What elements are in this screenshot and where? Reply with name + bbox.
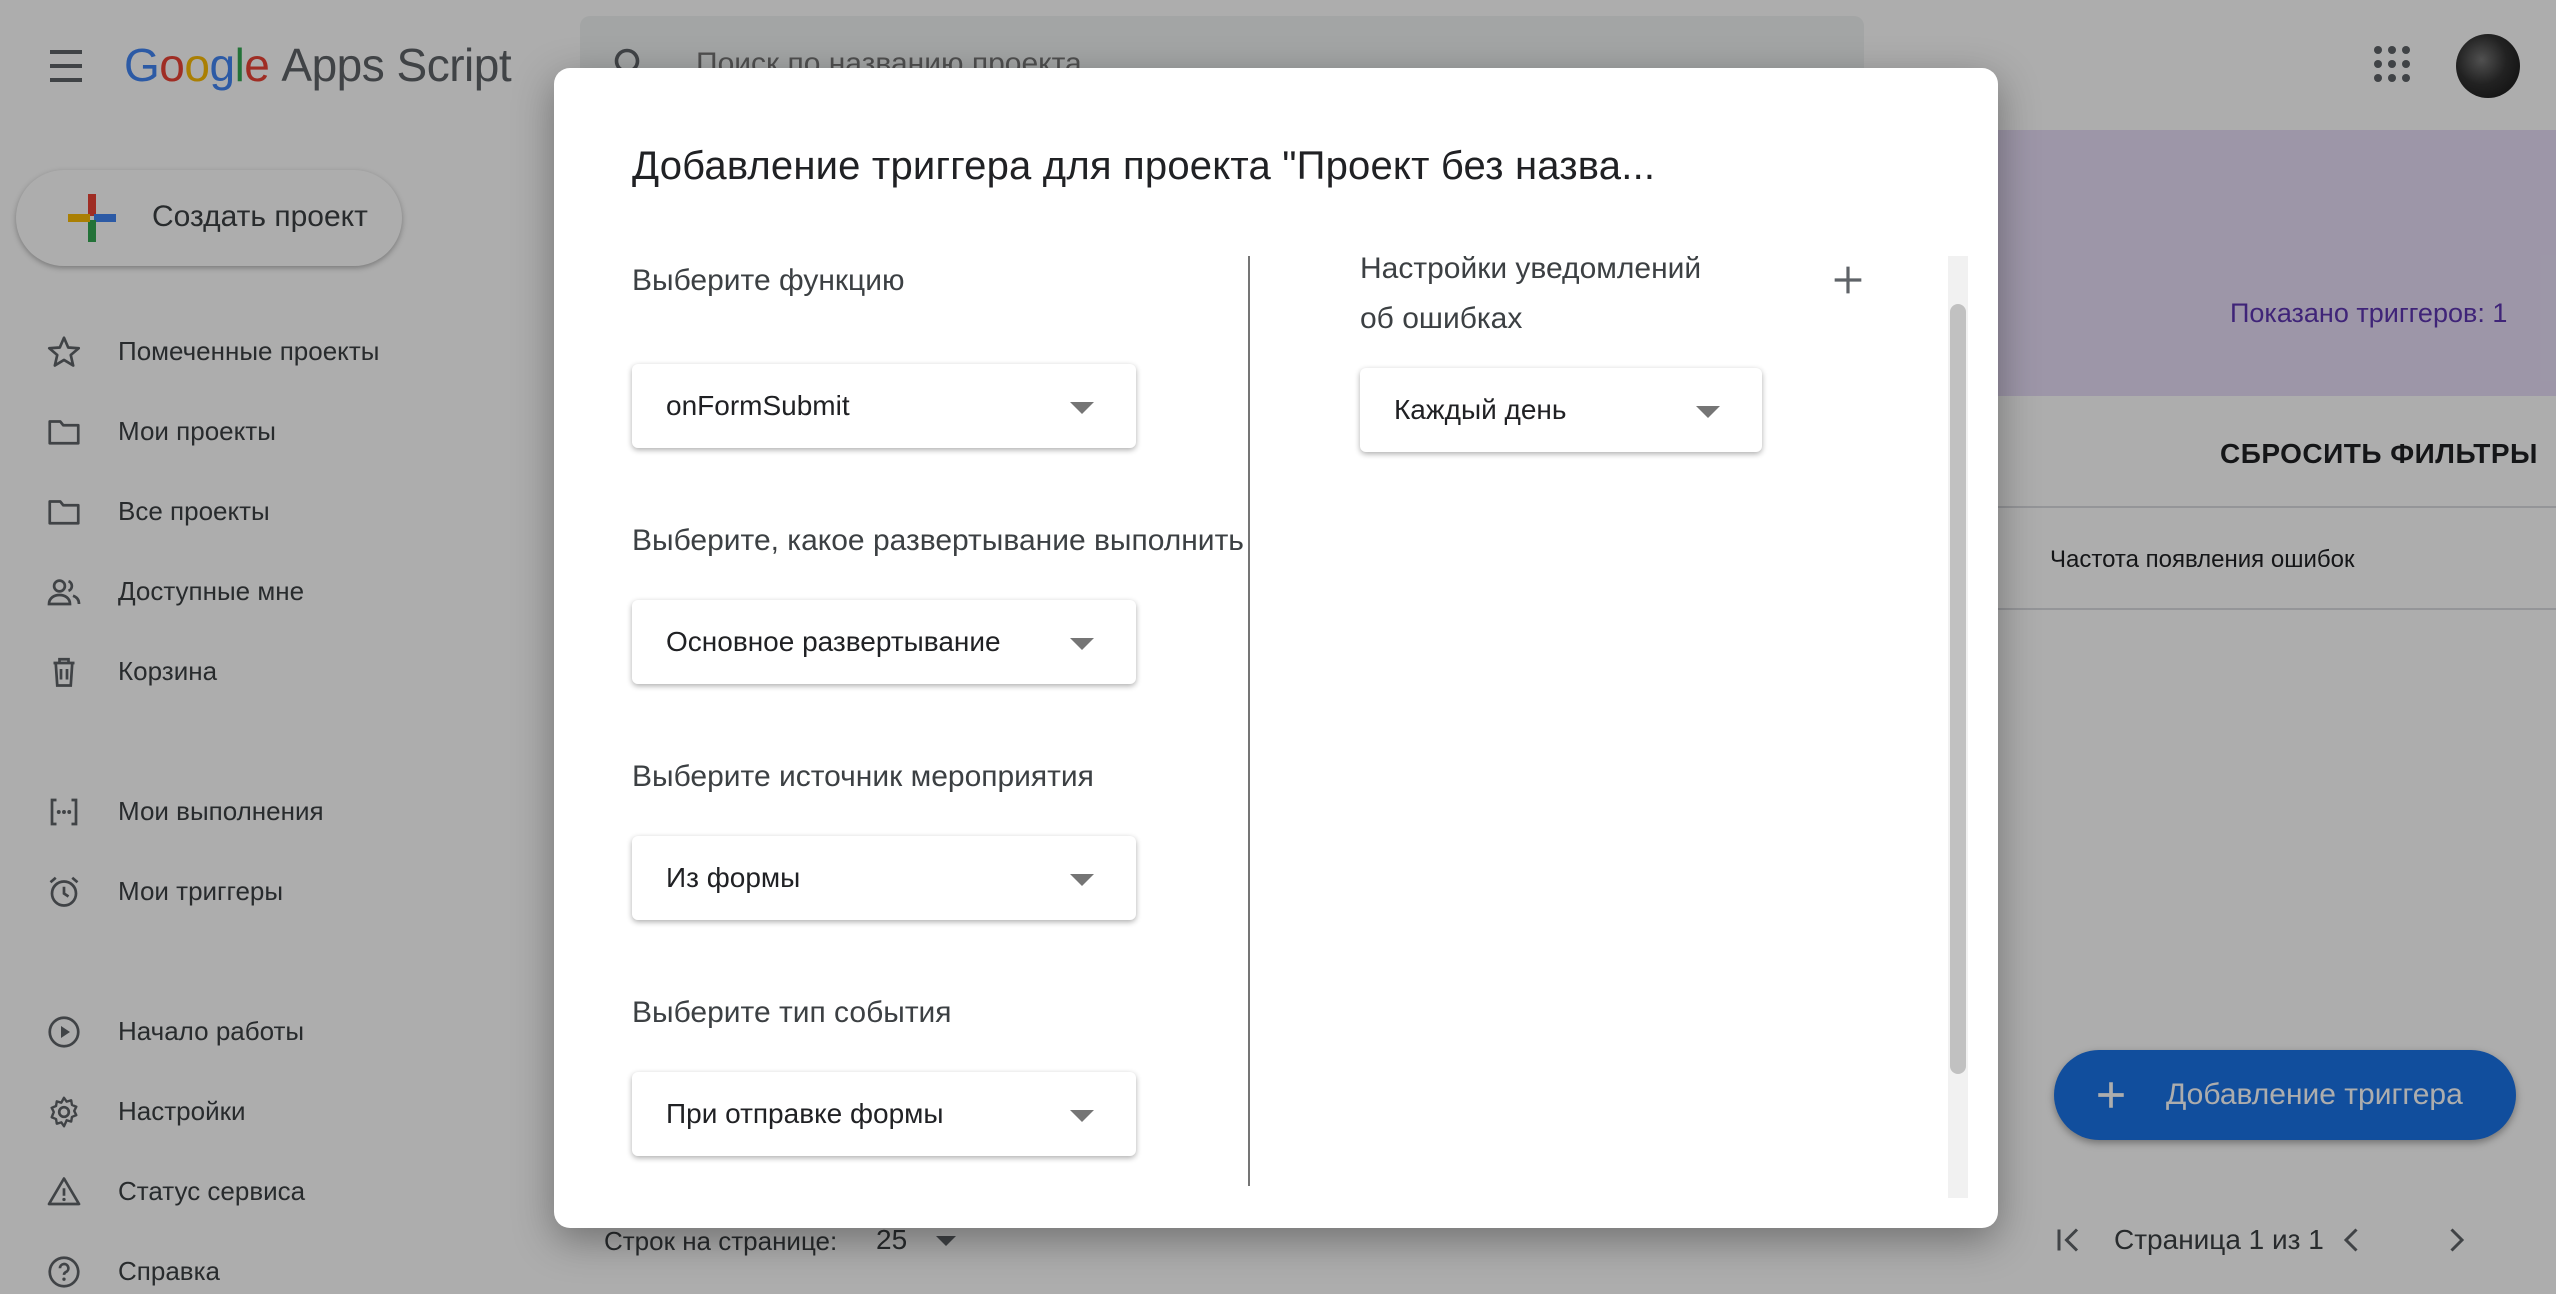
dropdown-arrow-icon [1070, 638, 1094, 650]
function-label: Выберите функцию [632, 264, 905, 297]
dropdown-arrow-icon [1070, 1110, 1094, 1122]
event-type-select-value: При отправке формы [666, 1098, 944, 1129]
event-type-select[interactable]: При отправке формы [632, 1072, 1136, 1156]
scrollbar-thumb[interactable] [1950, 304, 1966, 1074]
add-notification-plus-icon[interactable] [1832, 264, 1864, 296]
event-type-label: Выберите тип события [632, 996, 952, 1029]
dropdown-arrow-icon [1070, 874, 1094, 886]
function-select[interactable]: onFormSubmit [632, 364, 1136, 448]
dropdown-arrow-icon [1696, 406, 1720, 418]
event-source-select-value: Из формы [666, 862, 801, 893]
error-notification-label: Настройки уведомлений об ошибках [1360, 252, 1702, 335]
notification-frequency-value: Каждый день [1394, 394, 1567, 425]
deployment-select[interactable]: Основное развертывание [632, 600, 1136, 684]
dropdown-arrow-icon [1070, 402, 1094, 414]
dialog-title: Добавление триггера для проекта "Проект … [632, 144, 1656, 188]
deployment-label: Выберите, какое развертывание выполнить [632, 524, 1244, 557]
function-select-value: onFormSubmit [666, 390, 850, 421]
event-source-label: Выберите источник мероприятия [632, 760, 1094, 793]
notification-frequency-select[interactable]: Каждый день [1360, 368, 1762, 452]
column-divider [1248, 256, 1250, 1186]
event-source-select[interactable]: Из формы [632, 836, 1136, 920]
add-trigger-dialog: Добавление триггера для проекта "Проект … [554, 68, 1998, 1228]
deployment-select-value: Основное развертывание [666, 626, 1001, 657]
